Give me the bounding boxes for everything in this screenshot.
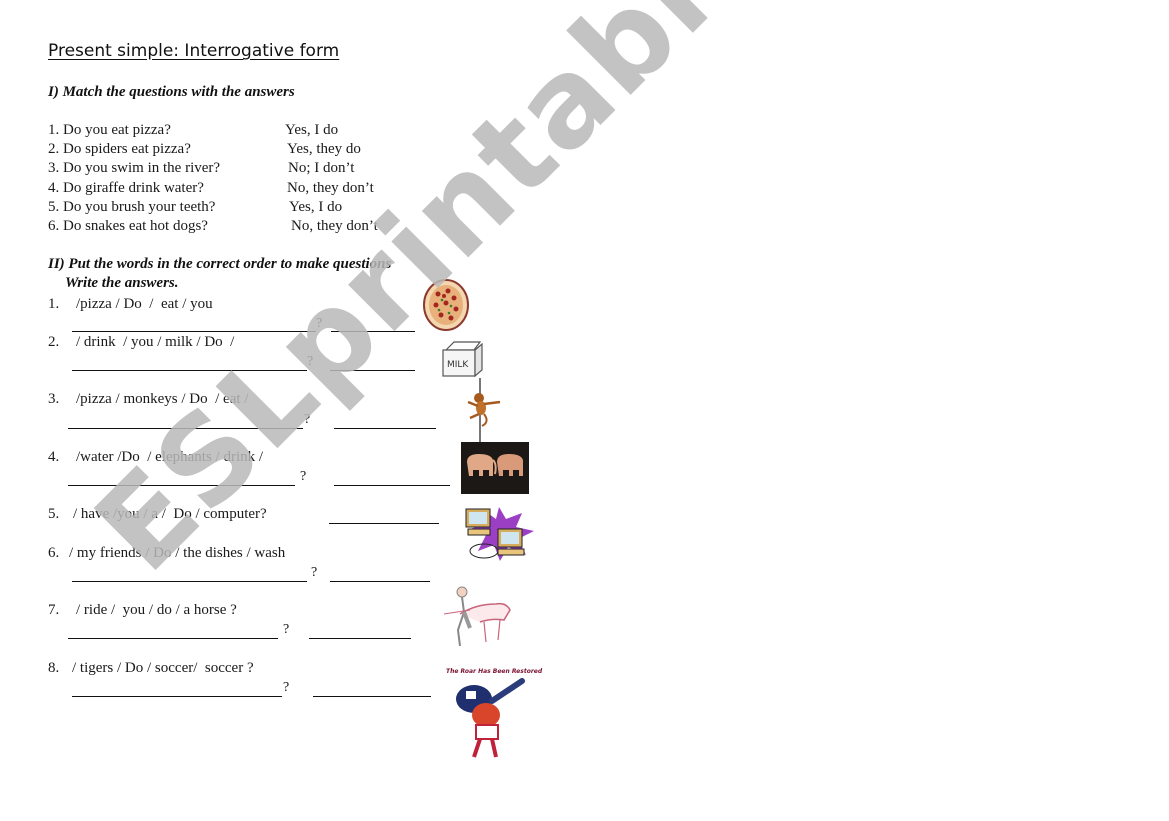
scrambled-words: / tigers / Do / soccer/ soccer ? (72, 660, 254, 676)
item-number: 7. (48, 602, 60, 618)
section-2-subheading: Write the answers. (65, 275, 179, 291)
worksheet-title: Present simple: Interrogative form (48, 41, 340, 61)
match-question: 1. Do you eat pizza? (48, 122, 171, 138)
question-blank[interactable] (68, 638, 278, 639)
section-2-heading: II) Put the words in the correct order t… (48, 256, 392, 272)
question-blank[interactable] (68, 428, 303, 429)
scrambled-words: /water /Do / elephants / drink / (76, 449, 264, 465)
scrambled-words: /pizza / monkeys / Do / eat / (76, 391, 249, 407)
match-question: 6. Do snakes eat hot dogs? (48, 218, 208, 234)
tiger-mascot-icon (456, 678, 525, 758)
item-number: 5. (48, 506, 60, 522)
answer-blank[interactable] (331, 331, 415, 332)
pizza-image (423, 279, 469, 331)
answer-blank[interactable] (334, 485, 450, 486)
scrambled-words: / ride / you / do / a horse ? (76, 602, 237, 618)
answer-blank[interactable] (334, 428, 436, 429)
scrambled-words: / my friends / Do / the dishes / wash (69, 545, 286, 561)
match-question: 5. Do you brush your teeth? (48, 199, 216, 215)
answer-blank[interactable] (329, 523, 439, 524)
scrambled-words: / have /you / a / Do / computer? (73, 506, 267, 522)
question-mark: ? (304, 412, 311, 427)
match-answer: No, they don’t (291, 218, 378, 234)
section-1-heading: I) Match the questions with the answers (48, 84, 295, 100)
question-mark: ? (283, 622, 290, 637)
question-blank[interactable] (72, 370, 307, 371)
question-mark: ? (300, 469, 307, 484)
monkey-image (467, 378, 501, 442)
question-mark: ? (311, 565, 318, 580)
question-blank[interactable] (68, 485, 295, 486)
item-number: 3. (48, 391, 60, 407)
match-answer: Yes, they do (287, 141, 361, 157)
answer-blank[interactable] (313, 696, 431, 697)
answer-blank[interactable] (330, 370, 415, 371)
milk-label: MILK (447, 360, 469, 370)
scrambled-words: / drink / you / milk / Do / (76, 334, 235, 350)
question-blank[interactable] (72, 581, 307, 582)
item-number: 6. (48, 545, 60, 561)
tiger-image-caption: The Roar Has Been Restored (446, 668, 543, 675)
item-number: 8. (48, 660, 60, 676)
item-number: 1. (48, 296, 60, 312)
match-answer: No; I don’t (288, 160, 355, 176)
question-mark: ? (283, 680, 290, 695)
computers-image (465, 507, 534, 561)
question-mark: ? (307, 354, 314, 369)
horse-rider-image (443, 586, 511, 647)
match-question: 4. Do giraffe drink water? (48, 180, 204, 196)
match-question: 2. Do spiders eat pizza? (48, 141, 191, 157)
item-number: 2. (48, 334, 60, 350)
answer-blank[interactable] (330, 581, 430, 582)
match-answer: Yes, I do (285, 122, 339, 138)
answer-blank[interactable] (309, 638, 411, 639)
question-mark: ? (316, 316, 323, 331)
item-number: 4. (48, 449, 60, 465)
scrambled-words: /pizza / Do / eat / you (76, 296, 213, 312)
match-answer: Yes, I do (289, 199, 343, 215)
question-blank[interactable] (72, 331, 316, 332)
elephants-image (461, 442, 529, 494)
match-answer: No, they don’t (287, 180, 374, 196)
question-blank[interactable] (72, 696, 282, 697)
match-question: 3. Do you swim in the river? (48, 160, 221, 176)
tiger-baseball-image: The Roar Has Been Restored (446, 668, 543, 762)
milk-carton-image: MILK (442, 341, 483, 378)
